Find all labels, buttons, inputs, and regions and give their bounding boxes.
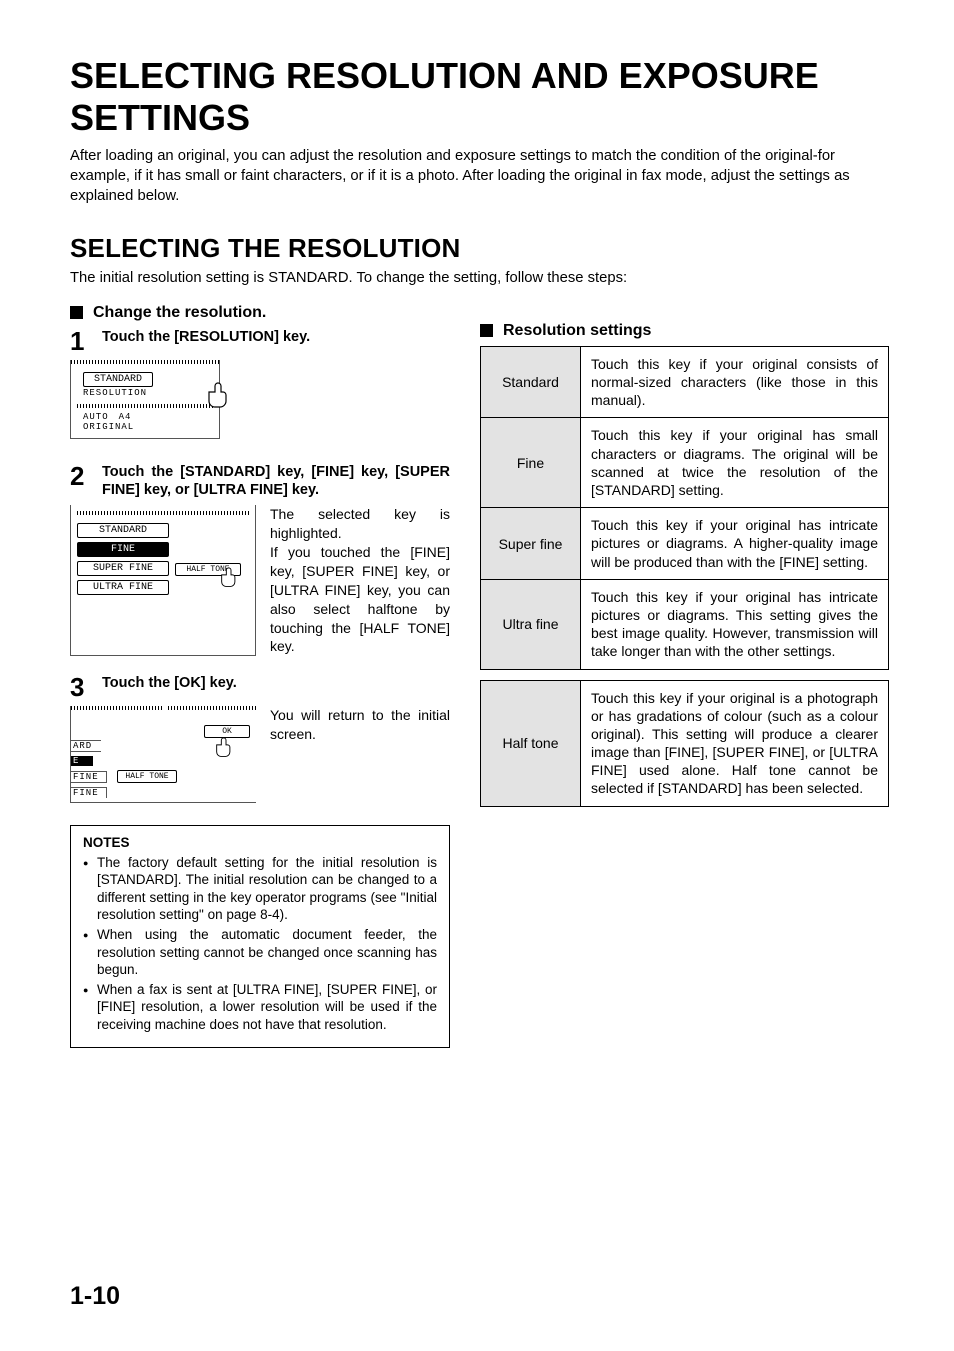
section-title: SELECTING THE RESOLUTION (70, 233, 889, 264)
ultra-fine-key-illus2: ULTRA FINE (77, 580, 169, 595)
step-3-title: Touch the [OK] key. (102, 674, 450, 700)
section-subtitle: The initial resolution setting is STANDA… (70, 270, 889, 286)
hand-pointer-icon (217, 564, 245, 597)
row-fine1-illus3: FINE (71, 771, 107, 783)
subhead-right-text: Resolution settings (503, 322, 651, 340)
hand-pointer-icon (203, 378, 239, 419)
square-bullet-icon (70, 306, 83, 319)
subhead-change-resolution: Change the resolution. (70, 304, 450, 322)
table-row: Half tone Touch this key if your origina… (481, 680, 889, 806)
res-desc-standard: Touch this key if your original consists… (581, 346, 889, 418)
a4-label-illus: A4 (119, 412, 132, 422)
resolution-label-illus: RESOLUTION (83, 388, 213, 398)
table-row: Standard Touch this key if your original… (481, 346, 889, 418)
subhead-left-text: Change the resolution. (93, 304, 266, 322)
step-1-number: 1 (70, 328, 96, 354)
fine-key-illus2: FINE (77, 542, 169, 557)
res-desc-ultrafine: Touch this key if your original has intr… (581, 579, 889, 669)
res-label-halftone: Half tone (481, 680, 581, 806)
notes-title: NOTES (83, 834, 437, 852)
res-label-ultrafine: Ultra fine (481, 579, 581, 669)
half-tone-key-illus3: HALF TONE (117, 770, 177, 783)
table-row: Super fine Touch this key if your origin… (481, 508, 889, 580)
notes-box: NOTES The factory default setting for th… (70, 825, 450, 1048)
standard-key-illus: STANDARD (83, 372, 153, 387)
step-2-title: Touch the [STANDARD] key, [FINE] key, [S… (102, 463, 450, 499)
super-fine-key-illus2: SUPER FINE (77, 561, 169, 576)
res-desc-superfine: Touch this key if your original has intr… (581, 508, 889, 580)
note-item-2: When using the automatic document feeder… (83, 926, 437, 979)
intro-paragraph: After loading an original, you can adjus… (70, 147, 889, 207)
step-3-number: 3 (70, 674, 96, 700)
table-row: Fine Touch this key if your original has… (481, 418, 889, 508)
standard-key-illus2: STANDARD (77, 523, 169, 538)
auto-label-illus: AUTO (83, 412, 109, 422)
page-title: SELECTING RESOLUTION AND EXPOSURE SETTIN… (70, 55, 889, 139)
res-label-standard: Standard (481, 346, 581, 418)
note-item-3: When a fax is sent at [ULTRA FINE], [SUP… (83, 981, 437, 1034)
res-desc-fine: Touch this key if your original has smal… (581, 418, 889, 508)
step-1: 1 Touch the [RESOLUTION] key. STANDARD R… (70, 328, 450, 439)
step-2: 2 Touch the [STANDARD] key, [FINE] key, … (70, 463, 450, 656)
row-fine2-illus3: FINE (71, 787, 107, 798)
page-number: 1-10 (70, 1282, 120, 1311)
res-desc-halftone: Touch this key if your original is a pho… (581, 680, 889, 806)
step-3-illustration: OK ARD E FINE HALF TONE FINE (70, 706, 256, 803)
square-bullet-icon (480, 324, 493, 337)
step-3-desc: You will return to the initial screen. (270, 706, 450, 803)
halftone-table: Half tone Touch this key if your origina… (480, 680, 889, 807)
note-item-1: The factory default setting for the init… (83, 854, 437, 924)
row-e-illus3: E (71, 756, 93, 766)
hand-pointer-icon (212, 734, 240, 767)
res-label-fine: Fine (481, 418, 581, 508)
original-label-illus: ORIGINAL (83, 422, 213, 432)
step-1-illustration: STANDARD RESOLUTION AUTO A4 ORIGINAL (70, 360, 220, 439)
step-1-title: Touch the [RESOLUTION] key. (102, 328, 450, 354)
res-label-superfine: Super fine (481, 508, 581, 580)
resolution-settings-table: Standard Touch this key if your original… (480, 346, 889, 670)
subhead-resolution-settings: Resolution settings (480, 322, 889, 340)
step-2-illustration: STANDARD FINE SUPER FINE ULTRA FINE HALF… (70, 505, 256, 656)
row-ard-illus3: ARD (71, 740, 101, 752)
step-2-number: 2 (70, 463, 96, 499)
step-3: 3 Touch the [OK] key. (70, 674, 450, 803)
table-row: Ultra fine Touch this key if your origin… (481, 579, 889, 669)
step-2-desc: The selected key is highlighted. If you … (270, 505, 450, 656)
